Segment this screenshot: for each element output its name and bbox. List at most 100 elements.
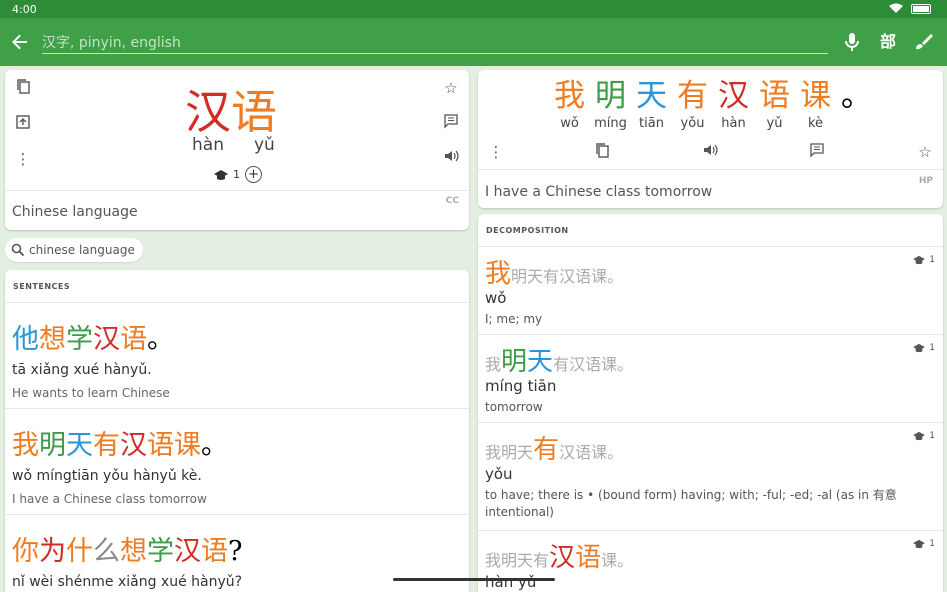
comment-icon[interactable] [441,113,461,133]
school-cap-icon [913,431,926,441]
hsk-badge: 1 [913,431,935,441]
context-char: 汉 [569,355,586,374]
sentence-char-column: 有 yǒu [672,76,713,134]
decomposition-title: DECOMPOSITION [486,226,569,235]
sentence-char: 有 [677,78,708,114]
comment-icon[interactable] [807,142,827,162]
speaker-icon[interactable] [441,148,461,168]
focus-char: 有 [533,435,560,465]
focus-char: 天 [527,347,554,377]
hsk-badge: 1 [913,343,935,353]
add-to-list-button[interactable]: + [245,166,262,183]
decomposition-row[interactable]: 我明天有汉语课。 1 yǒu to have; there is • (bound f… [478,422,943,530]
sentence-translation: I have a Chinese class tomorrow [12,492,207,506]
sentence-char-column: 。 [836,76,877,134]
sentence-row[interactable]: 我明天有汉语课。 wǒ míngtiān yǒu hànyǔ kè. I have … [5,408,469,514]
sentence-char: 有 [93,430,120,461]
decomposition-definition: I; me; my [485,312,543,326]
open-in-icon[interactable] [13,114,33,134]
sentence-char: 汉 [93,324,120,355]
toolbar: 汉字, pinyin, english 部 [0,18,947,66]
context-char: 课 [591,443,608,462]
sentence-char: 语 [201,536,228,567]
sentence-card: 我 wǒ 明 míng 天 tiān 有 yǒu 汉 hàn 语 yǔ 课 kè 。 ⋮ ☆ HP I ha… [478,70,943,208]
microphone-icon[interactable] [840,30,864,54]
battery-icon [911,3,931,14]
decomposition-definition: tomorrow [485,400,543,414]
word-pinyin-syllable: yǔ [253,135,275,155]
sentence-char-column: 课 kè [795,76,836,134]
more-vert-icon[interactable]: ⋮ [13,149,33,169]
sentence-hanzi: 他想学汉语。 [12,317,174,356]
school-cap-icon [913,255,926,265]
handwriting-brush-icon[interactable] [911,30,935,54]
star-icon[interactable]: ☆ [441,78,461,98]
sentences-card: SENTENCES 他想学汉语。 tā xiǎng xué hànyǔ. He wa… [5,270,469,592]
sentence-char: 什 [66,536,93,567]
focus-char: 汉 [549,543,576,573]
decomposition-pinyin: wǒ [485,289,507,307]
decomposition-pinyin: yǒu [485,465,513,483]
decomposition-row[interactable]: 我明天有汉语课。 1 hàn yǔ [478,530,943,592]
status-bar: 4:00 [0,0,947,18]
sentence-char: 明 [39,430,66,461]
decomposition-card: DECOMPOSITION 我明天有汉语课。 1 wǒ I; me; my 我明天有汉语… [478,214,943,592]
sentence-hanzi: 我明天有汉语课。 [12,423,228,462]
context-char: 有 [543,267,560,286]
decomposition-row[interactable]: 我明天有汉语课。 1 míng tiān tomorrow [478,334,943,422]
star-icon[interactable]: ☆ [915,142,935,162]
more-vert-icon[interactable]: ⋮ [486,142,506,162]
radical-button[interactable]: 部 [876,30,900,54]
context-char: 汉 [559,443,576,462]
context-char: 天 [517,551,534,570]
decomposition-hanzi: 我明天有汉语课。 [485,341,633,378]
hsk-level: 1 [233,168,240,181]
sentence-char: 想 [39,324,66,355]
decomposition-hanzi: 我明天有汉语课。 [485,537,633,574]
context-char: 。 [617,551,634,570]
sentence-char: 课 [800,78,831,114]
sentence-char-column: 天 tiān [631,76,672,134]
sentence-char: 语 [759,78,790,114]
word-char: 语 [231,85,277,139]
sentence-hanzi: 你为什么想学汉语? [12,529,242,568]
sentence-char-column: 我 wǒ [549,76,590,134]
sentence-char: 我 [12,430,39,461]
sentence-char: 学 [66,324,93,355]
context-char: 。 [617,355,634,374]
divider [478,169,943,170]
sentence-char: 。 [841,78,872,114]
sentence-char: 。 [147,324,174,355]
search-icon [11,243,25,257]
sentence-char: 想 [120,536,147,567]
search-input[interactable]: 汉字, pinyin, english [42,32,828,54]
sentence-row[interactable]: 他想学汉语。 tā xiǎng xué hànyǔ. He wants to lea… [5,302,469,408]
context-char: 语 [575,443,592,462]
sentence-char: 他 [12,324,39,355]
word-char: 汉 [185,85,231,139]
decomposition-row[interactable]: 我明天有汉语课。 1 wǒ I; me; my [478,246,943,334]
source-badge: HP [918,176,933,186]
gesture-nav-bar[interactable] [393,578,555,581]
sentence-hanzi-row: 我 wǒ 明 míng 天 tiān 有 yǒu 汉 hàn 语 yǔ 课 kè 。 [549,76,877,134]
sentences-title: SENTENCES [13,282,71,291]
context-char: 我 [485,443,502,462]
speaker-icon[interactable] [700,142,720,162]
word-card: ⋮ 汉语 hàn yǔ 1 + ☆ CC Chinese language [5,70,469,230]
copy-icon[interactable] [13,78,33,98]
divider [5,190,469,191]
context-char: 课 [591,267,608,286]
search-chip[interactable]: chinese language [5,238,143,262]
sentence-char-pinyin: yǒu [680,116,705,131]
hsk-level: 1 [929,431,935,441]
source-badge: CC [445,196,459,206]
sentence-char-column: 语 yǔ [754,76,795,134]
copy-icon[interactable] [592,142,612,162]
sentence-pinyin: wǒ míngtiān yǒu hànyǔ kè. [12,468,202,484]
school-cap-icon [913,539,926,549]
word-definition: Chinese language [12,204,138,220]
sentence-char: 为 [39,536,66,567]
focus-char: 语 [575,543,602,573]
back-arrow-icon[interactable] [8,30,32,54]
hsk-row: 1 + [214,166,262,183]
